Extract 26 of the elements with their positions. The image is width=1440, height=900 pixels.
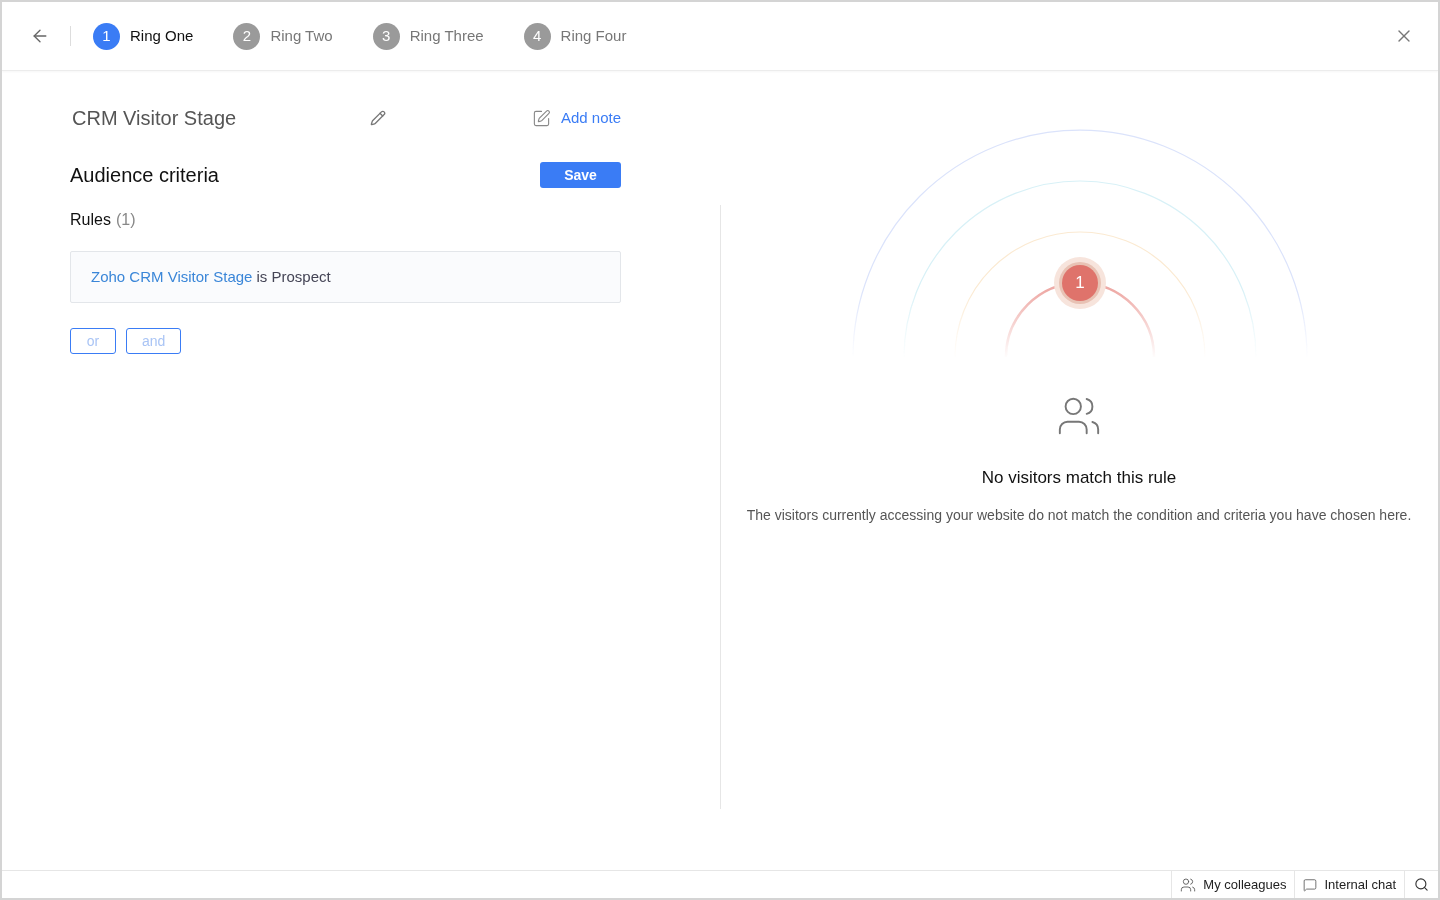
internal-chat-button[interactable]: Internal chat [1294, 871, 1404, 898]
note-icon [531, 108, 551, 128]
step-tab[interactable]: 1 Ring One [93, 22, 194, 50]
step-tab[interactable]: 4 Ring Four [523, 22, 627, 50]
add-note-link[interactable]: Add note [531, 106, 621, 130]
rule-condition-text: is Prospect [256, 266, 331, 287]
rules-label: Rules [70, 210, 111, 230]
save-button[interactable]: Save [540, 162, 621, 188]
step-number: 4 [523, 22, 551, 50]
empty-title: No visitors match this rule [981, 467, 1177, 489]
people-icon [1180, 876, 1197, 893]
step-tab[interactable]: 3 Ring Three [372, 22, 484, 50]
empty-message: The visitors currently accessing your website do not match the condition and criteria you have chosen here. [746, 505, 1412, 525]
step-number: 1 [93, 22, 120, 50]
step-tab[interactable]: 2 Ring Two [233, 22, 333, 50]
search-icon[interactable] [1414, 877, 1429, 892]
rule-field-link[interactable]: Zoho CRM Visitor Stage [91, 265, 253, 289]
colleagues-button[interactable]: My colleagues [1171, 871, 1295, 898]
step-number: 3 [372, 22, 400, 50]
chat-icon [1303, 877, 1318, 892]
rule-name-title: CRM Visitor Stage [72, 106, 238, 131]
rules-count: (1) [115, 210, 136, 230]
edit-icon[interactable] [370, 110, 386, 126]
section-title: Audience criteria [70, 163, 219, 188]
step-number: 2 [233, 22, 261, 50]
visitor-count-badge: 1 [1054, 257, 1106, 309]
